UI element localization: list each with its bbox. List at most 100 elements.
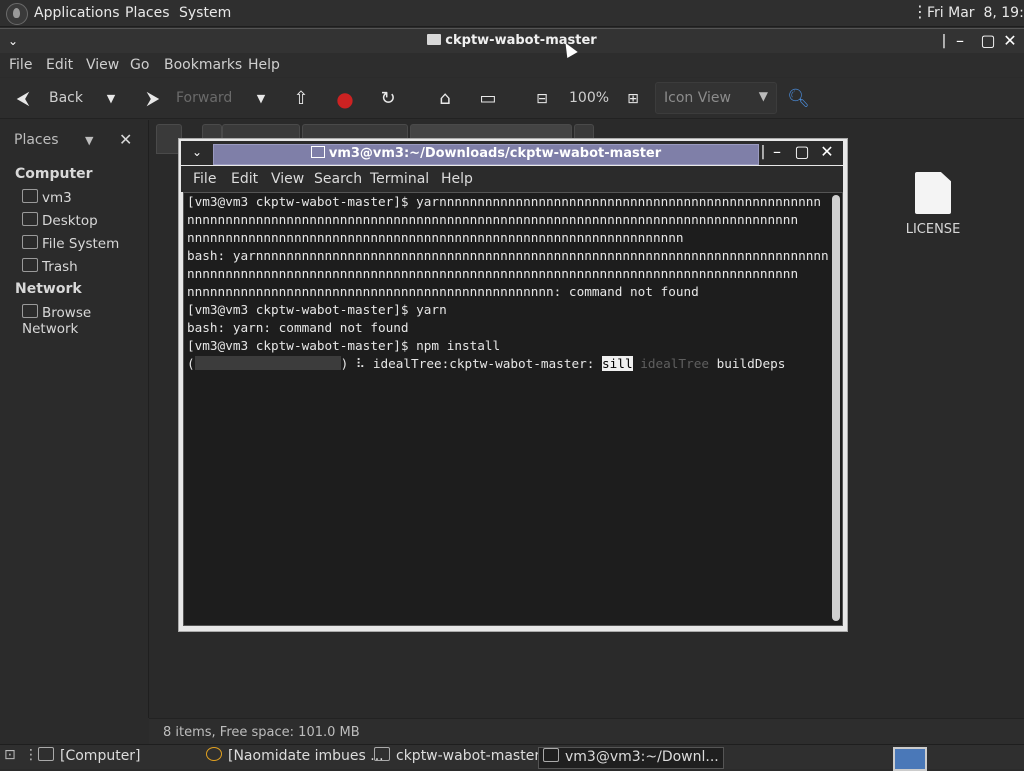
terminal-line: nnnnnnnnnnnnnnnnnnnnnnnnnnnnnnnnnnnnnnnn…: [187, 266, 799, 281]
terminal-icon: [310, 146, 325, 158]
menu-view[interactable]: View: [86, 57, 119, 73]
sidebar-item-vm3[interactable]: vm3: [22, 189, 72, 206]
terminal-close-button[interactable]: ✕: [817, 142, 837, 162]
close-button[interactable]: ✕: [1000, 31, 1020, 51]
task-browser[interactable]: [Naomidate imbues ...: [206, 747, 384, 767]
gnome-foot-icon[interactable]: [6, 3, 28, 25]
terminal-line: nnnnnnnnnnnnnnnnnnnnnnnnnnnnnnnnnnnnnnnn…: [187, 230, 684, 245]
terminal-menubar: File Edit View Search Terminal Help: [181, 166, 843, 192]
terminal-menu-search[interactable]: Search: [314, 171, 362, 187]
stop-icon[interactable]: ●: [334, 88, 356, 110]
trash-icon: [22, 258, 38, 272]
forward-button[interactable]: Forward: [176, 90, 232, 106]
terminal-line: bash: yarnnnnnnnnnnnnnnnnnnnnnnnnnnnnnnn…: [187, 248, 829, 263]
zoom-in-icon[interactable]: ⊞: [622, 88, 644, 110]
terminal-line: nnnnnnnnnnnnnnnnnnnnnnnnnnnnnnnnnnnnnnnn…: [187, 212, 799, 227]
forward-arrow-icon[interactable]: ⮞: [142, 88, 164, 110]
back-history-chevron-icon[interactable]: ▼: [100, 88, 122, 110]
npm-progress-bar: [194, 356, 341, 370]
progress-task: idealTree:ckptw-wabot-master:: [372, 356, 595, 371]
terminal-menu-terminal[interactable]: Terminal: [370, 171, 429, 187]
reload-icon[interactable]: ↻: [377, 88, 399, 110]
sidebar-header: Places ▼ ✕: [0, 120, 148, 160]
chrome-icon: [206, 747, 222, 761]
terminal-titlebar[interactable]: ⌄ vm3@vm3:~/Downloads/ckptw-wabot-master…: [181, 141, 843, 165]
terminal-line: nnnnnnnnnnnnnnnnnnnnnnnnnnnnnnnnnnnnnnnn…: [187, 284, 699, 299]
terminal-maximize-button[interactable]: ▢: [792, 142, 812, 162]
sidebar-title[interactable]: Places: [14, 132, 59, 148]
zoom-out-icon[interactable]: ⊟: [531, 88, 553, 110]
terminal-menu-view[interactable]: View: [271, 171, 304, 187]
back-button[interactable]: Back: [49, 90, 83, 106]
task-label: vm3@vm3:~/Downl...: [565, 749, 719, 765]
menu-bookmarks[interactable]: Bookmarks: [164, 57, 242, 73]
show-desktop-icon[interactable]: ⊡: [4, 747, 20, 767]
view-mode-select[interactable]: Icon View ▼: [655, 82, 777, 114]
sidebar-item-file-system[interactable]: File System: [22, 235, 119, 252]
up-arrow-icon[interactable]: ⇧: [290, 88, 312, 110]
maximize-button[interactable]: ▢: [978, 31, 998, 51]
log-tag: idealTree: [640, 356, 709, 371]
desktop-folder-icon: [22, 212, 38, 226]
search-icon[interactable]: 🔍︎: [787, 88, 810, 110]
terminal-window-menu-chevron-icon[interactable]: ⌄: [187, 142, 207, 162]
terminal-line: [vm3@vm3 ckptw-wabot-master]$ yarn: [187, 302, 447, 317]
terminal-menu-edit[interactable]: Edit: [231, 171, 258, 187]
progress-close-paren: ): [340, 356, 349, 371]
sidebar-dropdown-chevron-icon[interactable]: ▼: [85, 134, 93, 147]
menu-help[interactable]: Help: [248, 57, 280, 73]
terminal-line: [vm3@vm3 ckptw-wabot-master]$ yarnnnnnnn…: [187, 194, 821, 209]
task-terminal[interactable]: vm3@vm3:~/Downl...: [538, 747, 724, 769]
sidebar-close-icon[interactable]: ✕: [119, 130, 132, 149]
sidebar-item-label: vm3: [42, 190, 72, 206]
system-menu[interactable]: System: [179, 5, 231, 21]
progress-action: buildDeps: [716, 356, 786, 371]
home-icon[interactable]: ⌂: [434, 88, 456, 110]
applications-menu[interactable]: Applications: [34, 5, 120, 21]
terminal-menu-help[interactable]: Help: [441, 171, 473, 187]
folder-icon: [374, 747, 390, 761]
computer-icon: [38, 747, 54, 761]
sidebar-item-label: Trash: [42, 259, 78, 275]
terminal-minimize-button[interactable]: –: [767, 142, 787, 162]
workspace-switcher[interactable]: [893, 747, 927, 771]
spinner-icon: ⠧: [355, 356, 366, 371]
terminal-title-text: vm3@vm3:~/Downloads/ckptw-wabot-master: [328, 146, 662, 161]
folder-icon: [427, 34, 442, 45]
forward-history-chevron-icon[interactable]: ▼: [250, 88, 272, 110]
terminal-window[interactable]: ⌄ vm3@vm3:~/Downloads/ckptw-wabot-master…: [178, 138, 848, 632]
file-manager-titlebar[interactable]: ⌄ ckptw-wabot-master | – ▢ ✕: [0, 28, 1024, 54]
log-level-badge: sill: [602, 356, 633, 371]
sidebar-item-browse-network[interactable]: Browse Network: [22, 304, 148, 337]
chevron-down-icon: ▼: [758, 89, 768, 103]
menu-edit[interactable]: Edit: [46, 57, 73, 73]
menu-file[interactable]: File: [9, 57, 32, 73]
task-file-manager[interactable]: ckptw-wabot-master: [374, 747, 540, 767]
sidebar-item-label: File System: [42, 236, 120, 252]
kebab-menu-icon[interactable]: ⋮: [912, 2, 928, 21]
minimize-button[interactable]: –: [950, 31, 970, 51]
sidebar-item-desktop[interactable]: Desktop: [22, 212, 98, 229]
npm-progress-line: () ⠧ idealTree:ckptw-wabot-master: sill …: [187, 355, 827, 373]
top-panel: Applications Places System ⋮ Fri Mar 8, …: [0, 0, 1024, 27]
computer-icon[interactable]: ▭: [477, 88, 499, 110]
file-item[interactable]: LICENSE: [898, 172, 968, 237]
task-computer[interactable]: [Computer]: [38, 747, 141, 767]
taskbar-handle-icon[interactable]: ⋮: [24, 747, 38, 767]
clock[interactable]: Fri Mar 8, 19:12: [927, 5, 1024, 21]
terminal-scrollbar[interactable]: [832, 195, 840, 621]
sidebar-item-label: Desktop: [42, 213, 98, 229]
menu-go[interactable]: Go: [130, 57, 149, 73]
terminal-title: vm3@vm3:~/Downloads/ckptw-wabot-master: [213, 146, 759, 161]
terminal-output[interactable]: [vm3@vm3 ckptw-wabot-master]$ yarn nnnnnn…: [183, 192, 843, 626]
view-mode-label: Icon View: [664, 90, 731, 106]
terminal-menu-file[interactable]: File: [193, 171, 216, 187]
sidebar-item-trash[interactable]: Trash: [22, 258, 78, 275]
sidebar-section-network: Network: [15, 281, 82, 297]
task-label: ckptw-wabot-master: [396, 748, 541, 764]
places-sidebar: Places ▼ ✕ Computer vm3 Desktop File Sys…: [0, 120, 149, 718]
back-arrow-icon[interactable]: ⮜: [12, 88, 34, 110]
places-menu[interactable]: Places: [125, 5, 170, 21]
terminal-scrollbar-thumb[interactable]: [832, 195, 840, 621]
file-manager-title: ckptw-wabot-master: [0, 33, 1024, 48]
